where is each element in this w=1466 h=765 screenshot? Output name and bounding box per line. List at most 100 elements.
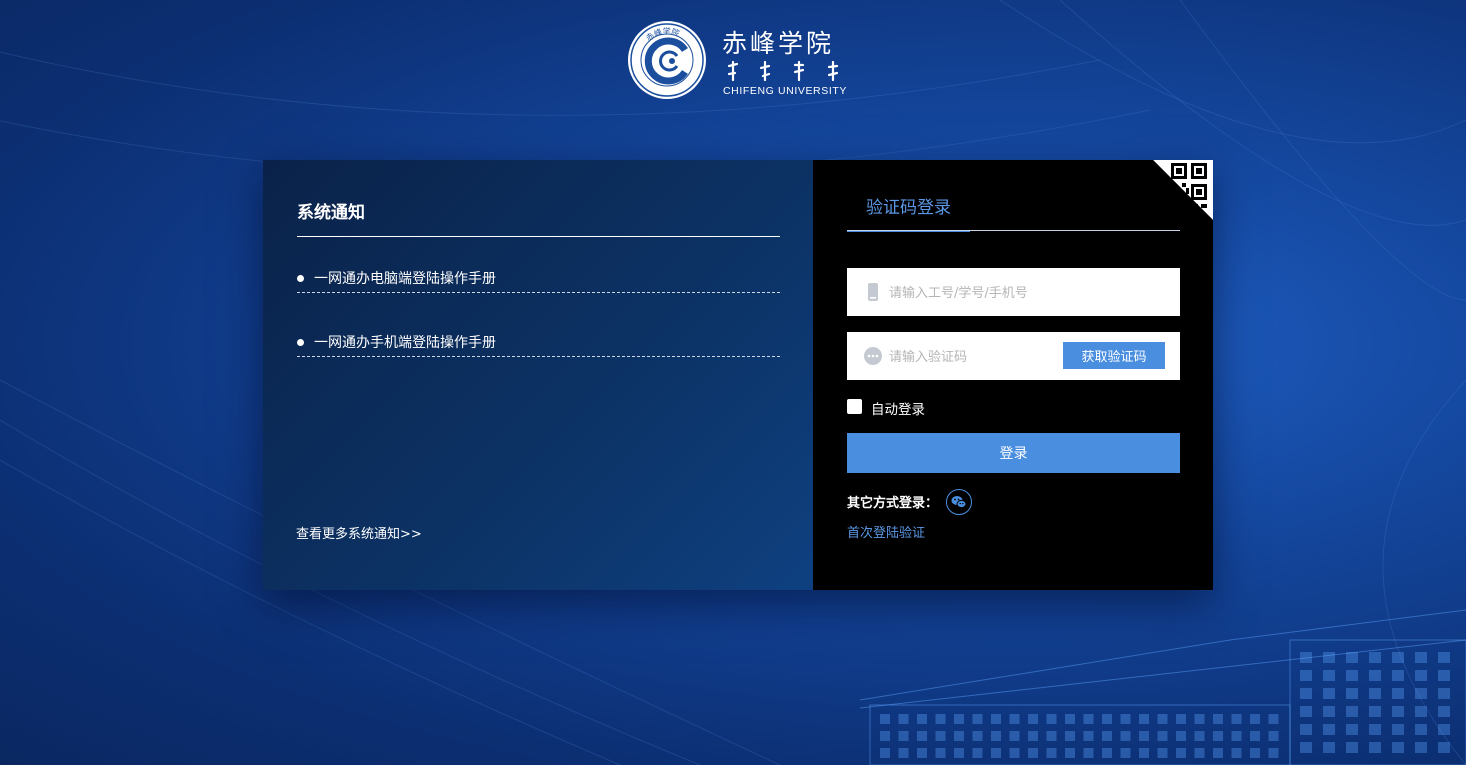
building-window: [1120, 748, 1131, 758]
building-window: [1346, 742, 1358, 753]
building-window: [1028, 714, 1038, 724]
building-window: [1392, 706, 1404, 717]
building-window: [1346, 670, 1358, 681]
building-window: [1028, 748, 1038, 758]
building-window: [917, 714, 927, 724]
building-window: [1346, 706, 1358, 717]
get-code-button[interactable]: 获取验证码: [1063, 342, 1165, 369]
building-window: [1346, 688, 1358, 699]
building-window: [972, 731, 983, 741]
building-window: [1300, 724, 1312, 735]
university-name-cn: 赤峰学院: [722, 29, 835, 58]
building-window: [1392, 742, 1404, 753]
building-window: [1009, 714, 1020, 724]
building-window: [1176, 714, 1186, 724]
building-window: [1323, 706, 1335, 717]
building-window: [1438, 652, 1450, 663]
first-login-verify-link[interactable]: 首次登陆验证: [847, 522, 925, 541]
building-window: [935, 714, 946, 724]
bullet-icon: [297, 339, 304, 346]
building-window: [1438, 724, 1450, 735]
building-window: [1369, 742, 1381, 753]
notice-item-mobile-manual[interactable]: 一网通办手机端登陆操作手册: [297, 326, 780, 357]
building-window: [1415, 688, 1427, 699]
building-window: [1323, 688, 1335, 699]
building-window: [1194, 748, 1205, 758]
building-window: [1213, 714, 1223, 724]
building-window: [1157, 748, 1168, 758]
building-window: [898, 748, 909, 758]
building-window: [1268, 731, 1279, 741]
code-input[interactable]: [887, 332, 1061, 382]
building-window: [1300, 688, 1312, 699]
building-window: [1046, 714, 1057, 724]
notice-title: 系统通知: [297, 203, 365, 223]
building-window: [1102, 748, 1112, 758]
building-window: [1083, 714, 1094, 724]
more-notices-link[interactable]: 查看更多系统通知>>: [296, 523, 422, 542]
wechat-icon[interactable]: [946, 489, 972, 515]
tab-sms-login[interactable]: 验证码登录: [847, 190, 970, 232]
auto-login-label[interactable]: 自动登录: [871, 398, 925, 418]
building-window: [1415, 670, 1427, 681]
code-field: 获取验证码: [847, 332, 1180, 382]
building-window: [1028, 731, 1038, 741]
building-window: [1102, 714, 1112, 724]
building-window: [898, 731, 909, 741]
building-window: [1392, 688, 1404, 699]
building-window: [1046, 748, 1057, 758]
building-window: [1415, 706, 1427, 717]
building-window: [1415, 742, 1427, 753]
login-card: 系统通知 一网通办电脑端登陆操作手册 一网通办手机端登陆操作手册 查看更多系统通…: [263, 160, 1213, 590]
account-field: [847, 268, 1180, 318]
building-window: [1213, 731, 1223, 741]
building-window: [972, 748, 983, 758]
building-window: [880, 731, 890, 741]
building-window: [1415, 652, 1427, 663]
notice-item-text: 一网通办电脑端登陆操作手册: [314, 271, 496, 287]
building-window: [1009, 731, 1020, 741]
building-window: [1250, 748, 1260, 758]
building-window: [1139, 714, 1149, 724]
building-window: [1392, 724, 1404, 735]
building-window: [1438, 742, 1450, 753]
building-window: [1194, 731, 1205, 741]
building-window: [954, 731, 964, 741]
university-logo: 赤峰学院 赤峰学院 CHIFENG UNIVERSITY: [627, 18, 852, 102]
auto-login-checkbox[interactable]: [847, 399, 862, 414]
building-window: [1120, 714, 1131, 724]
building-window: [1046, 731, 1057, 741]
building-window: [991, 748, 1001, 758]
system-notice-panel: 系统通知 一网通办电脑端登陆操作手册 一网通办手机端登陆操作手册 查看更多系统通…: [263, 160, 813, 590]
building-window: [1176, 748, 1186, 758]
building-window: [898, 714, 909, 724]
building-window: [1231, 714, 1242, 724]
building-window: [1438, 706, 1450, 717]
building-window: [1065, 731, 1075, 741]
building-window: [1300, 670, 1312, 681]
building-window: [880, 748, 890, 758]
building-window: [1346, 724, 1358, 735]
building-window: [1231, 748, 1242, 758]
mongolian-script-mark: [727, 60, 839, 82]
building-window: [1176, 731, 1186, 741]
building-window: [954, 714, 964, 724]
building-window: [880, 714, 890, 724]
building-window: [1300, 742, 1312, 753]
building-window: [1065, 748, 1075, 758]
building-window: [1369, 688, 1381, 699]
tab-divider: [847, 230, 1180, 231]
account-input[interactable]: [887, 268, 1171, 318]
building-window: [1369, 706, 1381, 717]
building-window: [1323, 724, 1335, 735]
login-button[interactable]: 登录: [847, 433, 1180, 473]
building-window: [1102, 731, 1112, 741]
login-tabs: 验证码登录: [847, 190, 1180, 232]
notice-item-pc-manual[interactable]: 一网通办电脑端登陆操作手册: [297, 262, 780, 293]
building-window: [1009, 748, 1020, 758]
building-window: [917, 748, 927, 758]
building-window: [1369, 652, 1381, 663]
other-login-label: 其它方式登录：: [847, 496, 939, 511]
notice-item-text: 一网通办手机端登陆操作手册: [314, 335, 496, 351]
building-window: [935, 731, 946, 741]
